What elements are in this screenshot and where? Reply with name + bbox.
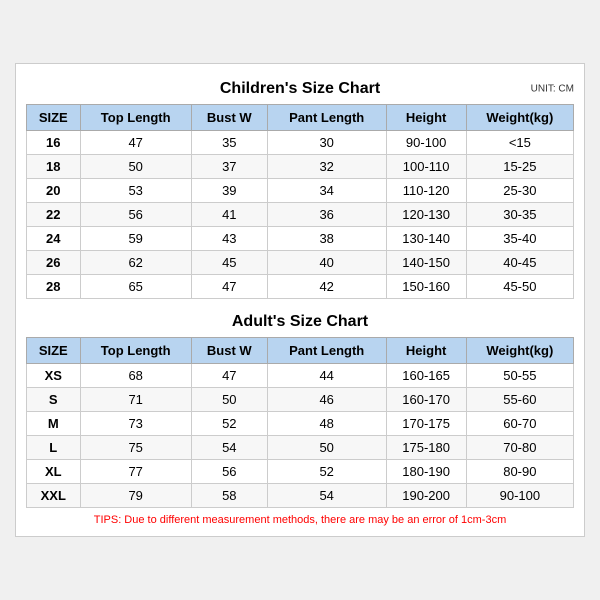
children-col-height: Height: [386, 105, 466, 131]
children-table: SIZE Top Length Bust W Pant Length Heigh…: [26, 104, 574, 299]
table-row: 1647353090-100<15: [27, 131, 574, 155]
adults-col-size: SIZE: [27, 338, 81, 364]
table-row: XL775652180-19080-90: [27, 460, 574, 484]
tips-text: TIPS: Due to different measurement metho…: [26, 514, 574, 526]
table-row: L755450175-18070-80: [27, 436, 574, 460]
table-row: XS684744160-16550-55: [27, 364, 574, 388]
children-col-weight: Weight(kg): [466, 105, 573, 131]
table-row: 22564136120-13030-35: [27, 203, 574, 227]
adults-header-row: SIZE Top Length Bust W Pant Length Heigh…: [27, 338, 574, 364]
table-row: 26624540140-15040-45: [27, 251, 574, 275]
children-col-size: SIZE: [27, 105, 81, 131]
children-title-text: Children's Size Chart: [220, 80, 380, 97]
chart-container: Children's Size Chart UNIT: CM SIZE Top …: [15, 63, 585, 537]
table-row: 24594338130-14035-40: [27, 227, 574, 251]
adults-title-text: Adult's Size Chart: [232, 313, 368, 330]
adults-col-weight: Weight(kg): [466, 338, 573, 364]
table-row: 20533934110-12025-30: [27, 179, 574, 203]
children-col-pant-length: Pant Length: [267, 105, 386, 131]
adults-col-bust-w: Bust W: [191, 338, 267, 364]
children-col-bust-w: Bust W: [191, 105, 267, 131]
adults-col-pant-length: Pant Length: [267, 338, 386, 364]
children-title: Children's Size Chart UNIT: CM: [26, 74, 574, 104]
table-row: M735248170-17560-70: [27, 412, 574, 436]
adults-title: Adult's Size Chart: [26, 307, 574, 337]
table-row: 18503732100-11015-25: [27, 155, 574, 179]
unit-label: UNIT: CM: [531, 84, 574, 95]
children-col-top-length: Top Length: [80, 105, 191, 131]
adults-col-top-length: Top Length: [80, 338, 191, 364]
adults-table: SIZE Top Length Bust W Pant Length Heigh…: [26, 337, 574, 508]
children-header-row: SIZE Top Length Bust W Pant Length Heigh…: [27, 105, 574, 131]
table-row: XXL795854190-20090-100: [27, 484, 574, 508]
adults-col-height: Height: [386, 338, 466, 364]
table-row: S715046160-17055-60: [27, 388, 574, 412]
table-row: 28654742150-16045-50: [27, 275, 574, 299]
